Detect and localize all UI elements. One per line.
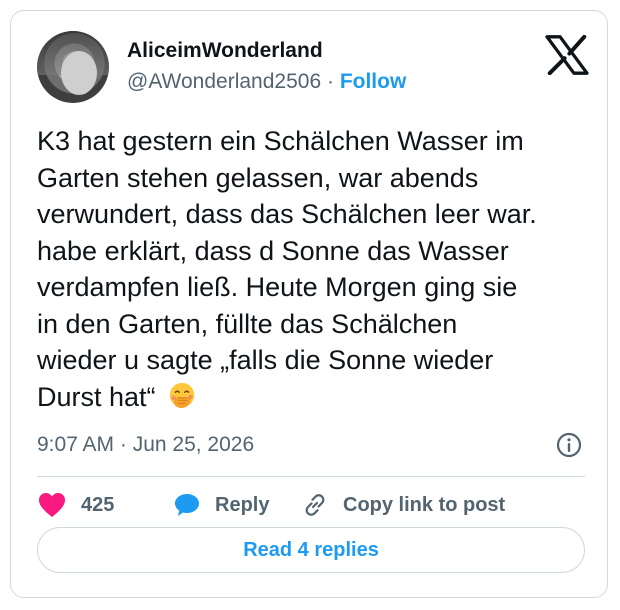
handle-separator: · [326,70,334,93]
info-icon[interactable] [555,431,583,459]
post-timestamp[interactable]: 9:07 AM · Jun 25, 2026 [37,433,254,457]
post-text: K3 hat gestern ein Schälchen Wasser im G… [37,126,537,412]
avatar-face [61,51,97,95]
follow-button[interactable]: Follow [340,70,407,93]
reply-label: Reply [215,493,270,516]
read-replies-button[interactable]: Read 4 replies [37,527,585,573]
post-card: AliceimWonderland @AWonderland2506 · Fol… [10,10,608,598]
like-button[interactable]: 425 [37,487,114,523]
copy-link-label: Copy link to post [343,493,506,516]
face-with-hand-over-mouth-icon [169,382,195,408]
action-bar: 425 Reply Copy link to post [37,487,597,523]
heart-icon [39,493,65,517]
speech-bubble-icon [175,494,199,516]
copy-link-button[interactable]: Copy link to post [301,487,505,523]
author-handle-row: @AWonderland2506 · Follow [127,70,406,94]
x-logo-icon[interactable] [545,35,589,75]
author-display-name[interactable]: AliceimWonderland [127,39,323,63]
author-handle[interactable]: @AWonderland2506 [127,70,321,93]
avatar[interactable] [37,31,109,103]
divider [37,476,585,477]
post-text-block: K3 hat gestern ein Schälchen Wasser im G… [37,123,597,415]
reply-button[interactable]: Reply [173,487,269,523]
read-replies-label: Read 4 replies [243,538,379,561]
like-count: 425 [81,493,115,516]
link-icon [305,494,325,516]
